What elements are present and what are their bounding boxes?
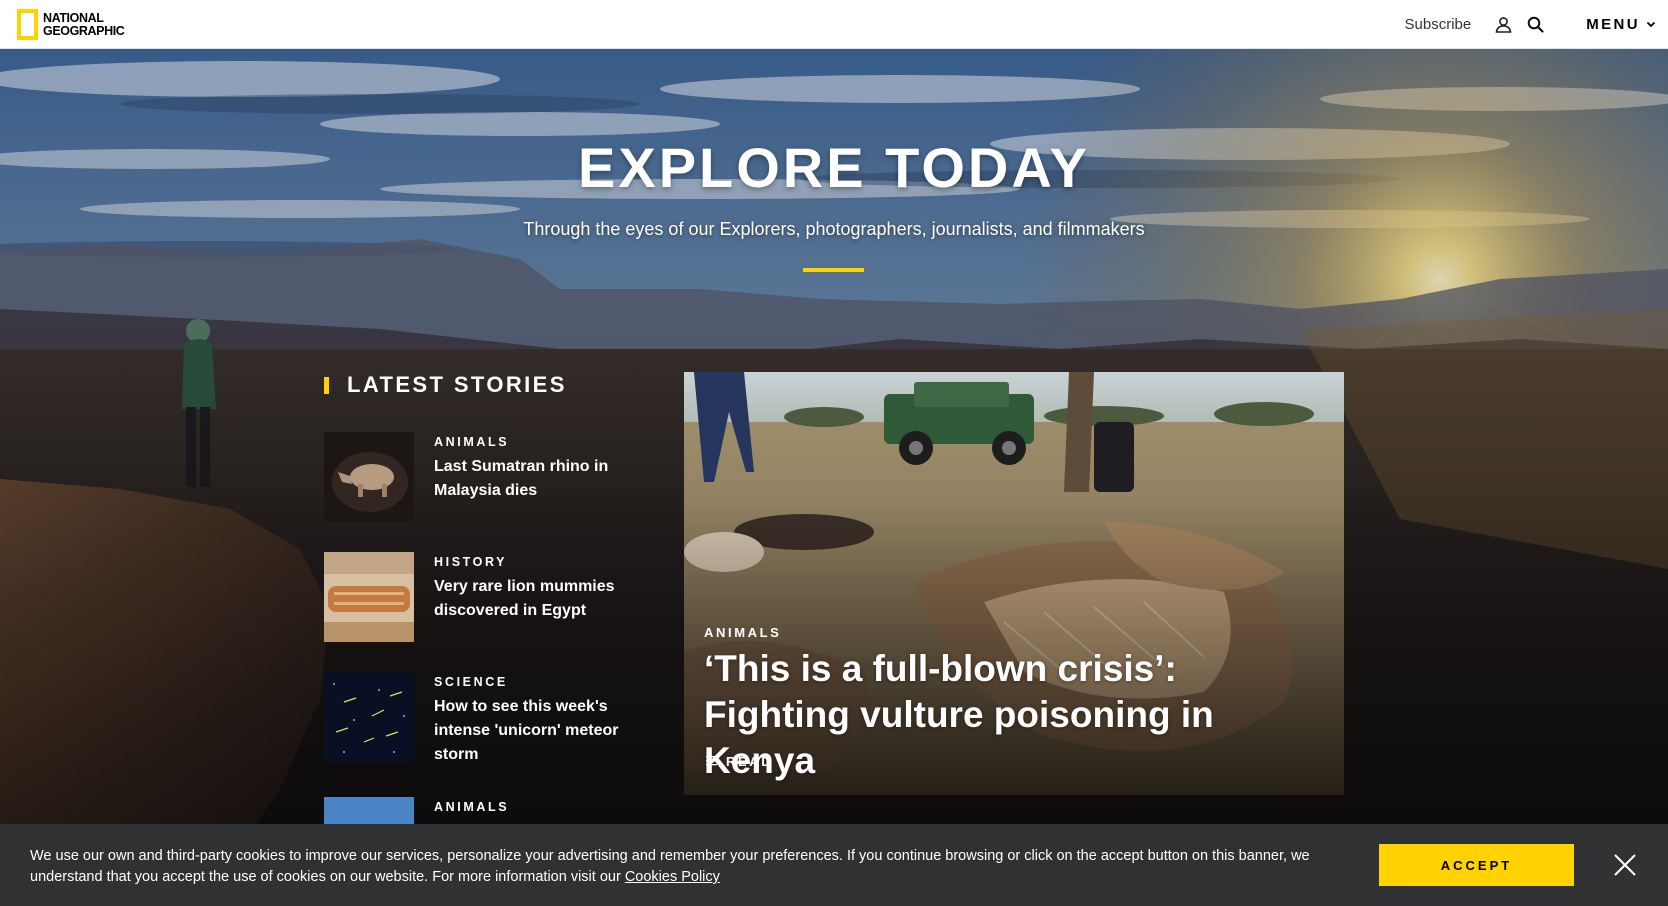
latest-stories-heading: LATEST STORIES xyxy=(324,372,567,398)
story-thumbnail xyxy=(324,552,414,642)
chevron-down-icon xyxy=(1646,16,1656,33)
story-title[interactable]: Last Sumatran rhino in Malaysia dies xyxy=(434,455,634,503)
heading-accent-bar xyxy=(324,376,329,394)
hero-subtitle: Through the eyes of our Explorers, photo… xyxy=(523,219,1145,239)
story-title[interactable]: How to see this week's intense 'unicorn'… xyxy=(434,695,634,767)
logo-text: NATIONAL GEOGRAPHIC xyxy=(43,10,125,38)
user-icon[interactable] xyxy=(1487,9,1519,41)
read-label: READ xyxy=(726,754,774,769)
logo-line-1: NATIONAL xyxy=(43,10,104,25)
search-icon[interactable] xyxy=(1519,9,1551,41)
top-nav-bar: NATIONAL GEOGRAPHIC Subscribe MENU xyxy=(0,0,1668,49)
accept-cookies-button[interactable]: ACCEPT xyxy=(1379,844,1574,886)
story-kicker: ANIMALS xyxy=(434,435,510,449)
menu-button[interactable]: MENU xyxy=(1586,16,1656,33)
logo-yellow-border-icon xyxy=(17,9,38,40)
story-title[interactable]: Very rare lion mummies discovered in Egy… xyxy=(434,575,634,623)
header-actions: Subscribe MENU xyxy=(1405,0,1668,49)
story-card[interactable]: ANIMALS Last Sumatran rhino in Malaysia … xyxy=(324,432,644,522)
cookie-message: We use our own and third-party cookies t… xyxy=(30,846,1355,888)
subscribe-link[interactable]: Subscribe xyxy=(1405,16,1472,33)
menu-label: MENU xyxy=(1586,16,1640,33)
logo-line-2: GEOGRAPHIC xyxy=(43,23,125,38)
featured-story-title[interactable]: ‘This is a full-blown crisis’: Fighting … xyxy=(704,646,1329,784)
story-thumbnail xyxy=(324,672,414,762)
latest-stories-title: LATEST STORIES xyxy=(347,372,567,397)
cookies-policy-link[interactable]: Cookies Policy xyxy=(625,869,720,885)
close-icon[interactable] xyxy=(1612,852,1638,878)
story-thumbnail xyxy=(324,432,414,522)
story-kicker: HISTORY xyxy=(434,555,508,569)
hero-section: EXPLORE TODAY Through the eyes of our Ex… xyxy=(0,49,1668,906)
story-kicker: ANIMALS xyxy=(434,800,510,814)
featured-story-kicker: ANIMALS xyxy=(704,625,782,640)
cookie-banner: We use our own and third-party cookies t… xyxy=(0,824,1668,906)
story-card[interactable]: SCIENCE How to see this week's intense '… xyxy=(324,672,644,767)
story-kicker: SCIENCE xyxy=(434,675,508,689)
featured-story-card[interactable]: ANIMALS ‘This is a full-blown crisis’: F… xyxy=(684,372,1344,795)
read-link[interactable]: READ xyxy=(706,754,773,769)
list-icon xyxy=(706,754,717,769)
hero-title: EXPLORE TODAY xyxy=(577,136,1091,199)
story-card[interactable]: HISTORY Very rare lion mummies discovere… xyxy=(324,552,644,642)
natgeo-logo[interactable]: NATIONAL GEOGRAPHIC xyxy=(17,9,125,40)
hero-accent-rule xyxy=(803,268,864,272)
